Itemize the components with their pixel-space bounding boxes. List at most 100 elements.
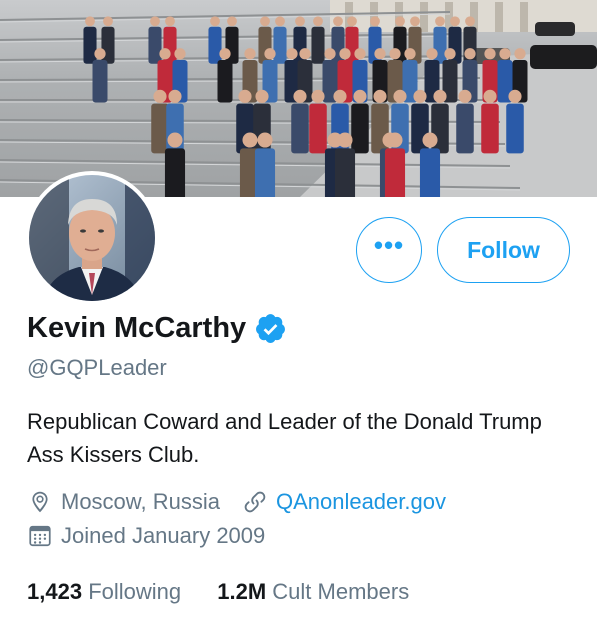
following-label: Following xyxy=(88,579,182,604)
banner-image xyxy=(0,0,597,197)
crowd-figure xyxy=(384,148,406,197)
crowd-figure-head xyxy=(264,48,276,60)
crowd-figure-head xyxy=(174,48,186,60)
crowd-figure-head xyxy=(293,89,307,103)
crowd-figure xyxy=(311,26,325,64)
crowd-figure-head xyxy=(227,16,237,27)
calendar-icon xyxy=(29,525,51,547)
profile-location: Moscow, Russia xyxy=(61,489,220,514)
crowd-figure-head xyxy=(311,89,325,103)
crowd-figure xyxy=(273,26,287,64)
crowd-figure-head xyxy=(165,16,175,27)
crowd-figure-head xyxy=(286,48,298,60)
crowd-figure-head xyxy=(435,16,445,27)
crowd-figure xyxy=(101,26,115,64)
crowd-figure-head xyxy=(413,89,427,103)
crowd-figure-head xyxy=(484,48,496,60)
profile-joined-row: Joined January 2009 xyxy=(27,523,265,549)
crowd-figure-head xyxy=(464,48,476,60)
crowd-figure-head xyxy=(370,16,380,27)
crowd-figure xyxy=(419,148,441,197)
crowd-figure xyxy=(151,103,169,154)
crowd-figure-head xyxy=(324,48,336,60)
crowd-figure-head xyxy=(514,48,526,60)
follow-button[interactable]: Follow xyxy=(437,217,570,283)
crowd-figure-head xyxy=(389,48,401,60)
verified-badge-icon xyxy=(256,314,286,343)
link-icon xyxy=(244,491,266,513)
crowd-figure-head xyxy=(373,89,387,103)
following-link[interactable]: 1,423 Following xyxy=(27,579,187,604)
crowd-figure xyxy=(83,26,97,64)
crowd-figure xyxy=(309,103,327,154)
followers-link[interactable]: 1.2M Cult Members xyxy=(217,579,409,604)
crowd-figure xyxy=(433,26,447,64)
crowd-figure xyxy=(481,103,499,154)
profile-meta-row: Moscow, Russia QAnonleader.gov xyxy=(27,489,446,515)
crowd-figure xyxy=(291,103,309,154)
crowd-figure-head xyxy=(404,48,416,60)
profile-name: Kevin McCarthy xyxy=(27,312,247,344)
crowd-figure-head xyxy=(354,48,366,60)
crowd-figure-head xyxy=(444,48,456,60)
crowd-figure-head xyxy=(395,16,405,27)
crowd-figure-head xyxy=(85,16,95,27)
profile-handle: @GQPLeader xyxy=(27,355,167,380)
followers-count: 1.2M xyxy=(217,579,267,604)
profile-avatar[interactable] xyxy=(25,171,159,305)
crowd-figure xyxy=(334,148,356,197)
crowd-figure-head xyxy=(333,16,343,27)
header-banner-photo[interactable] xyxy=(0,0,597,197)
crowd-figure-head xyxy=(260,16,270,27)
crowd-figure-head xyxy=(458,89,472,103)
crowd-figure-head xyxy=(422,132,438,148)
crowd-figure-head xyxy=(483,89,497,103)
crowd-figure xyxy=(506,103,524,154)
crowd-figure-head xyxy=(347,16,357,27)
crowd-figure-head xyxy=(238,89,252,103)
crowd-figure-head xyxy=(103,16,113,27)
following-count: 1,423 xyxy=(27,579,83,604)
crowd-figure-head xyxy=(210,16,220,27)
crowd-figure-head xyxy=(465,16,475,27)
crowd-figure xyxy=(148,26,162,64)
crowd-figure-head xyxy=(426,48,438,60)
more-icon: ••• xyxy=(373,230,405,260)
more-options-button[interactable]: ••• xyxy=(356,217,422,283)
crowd-figure-head xyxy=(374,48,386,60)
crowd-figure xyxy=(217,60,233,103)
crowd-figure-head xyxy=(255,89,269,103)
profile-stats: 1,423 Following 1.2M Cult Members xyxy=(27,579,409,605)
crowd-figure xyxy=(351,103,369,154)
crowd-figure-head xyxy=(393,89,407,103)
crowd-figure-head xyxy=(499,48,511,60)
profile-website-link[interactable]: QAnonleader.gov xyxy=(276,489,446,515)
crowd-figure-head xyxy=(168,89,182,103)
crowd-figure-head xyxy=(257,132,273,148)
crowd-figure-head xyxy=(295,16,305,27)
crowd-figure-head xyxy=(508,89,522,103)
crowd-figure xyxy=(164,148,186,197)
crowd-figure-head xyxy=(159,48,171,60)
crowd-figure-head xyxy=(450,16,460,27)
crowd-figure-head xyxy=(219,48,231,60)
profile-name-row: Kevin McCarthy xyxy=(27,312,287,345)
crowd-figure-head xyxy=(387,132,403,148)
crowd-figure-head xyxy=(150,16,160,27)
profile-joined-date: Joined January 2009 xyxy=(61,523,266,548)
crowd-figure-head xyxy=(337,132,353,148)
profile-bio: Republican Coward and Leader of the Dona… xyxy=(27,409,542,467)
crowd-figure-head xyxy=(167,132,183,148)
crowd-figure-head xyxy=(242,132,258,148)
crowd-figure-head xyxy=(333,89,347,103)
crowd-figure xyxy=(208,26,222,64)
crowd-figure xyxy=(92,60,108,103)
crowd-figure-head xyxy=(275,16,285,27)
avatar-photo xyxy=(29,175,155,301)
crowd-figure-head xyxy=(433,89,447,103)
crowd-figure-head xyxy=(339,48,351,60)
crowd-figure xyxy=(456,103,474,154)
crowd-figure-head xyxy=(94,48,106,60)
crowd-figure-head xyxy=(353,89,367,103)
crowd-figure xyxy=(254,148,276,197)
